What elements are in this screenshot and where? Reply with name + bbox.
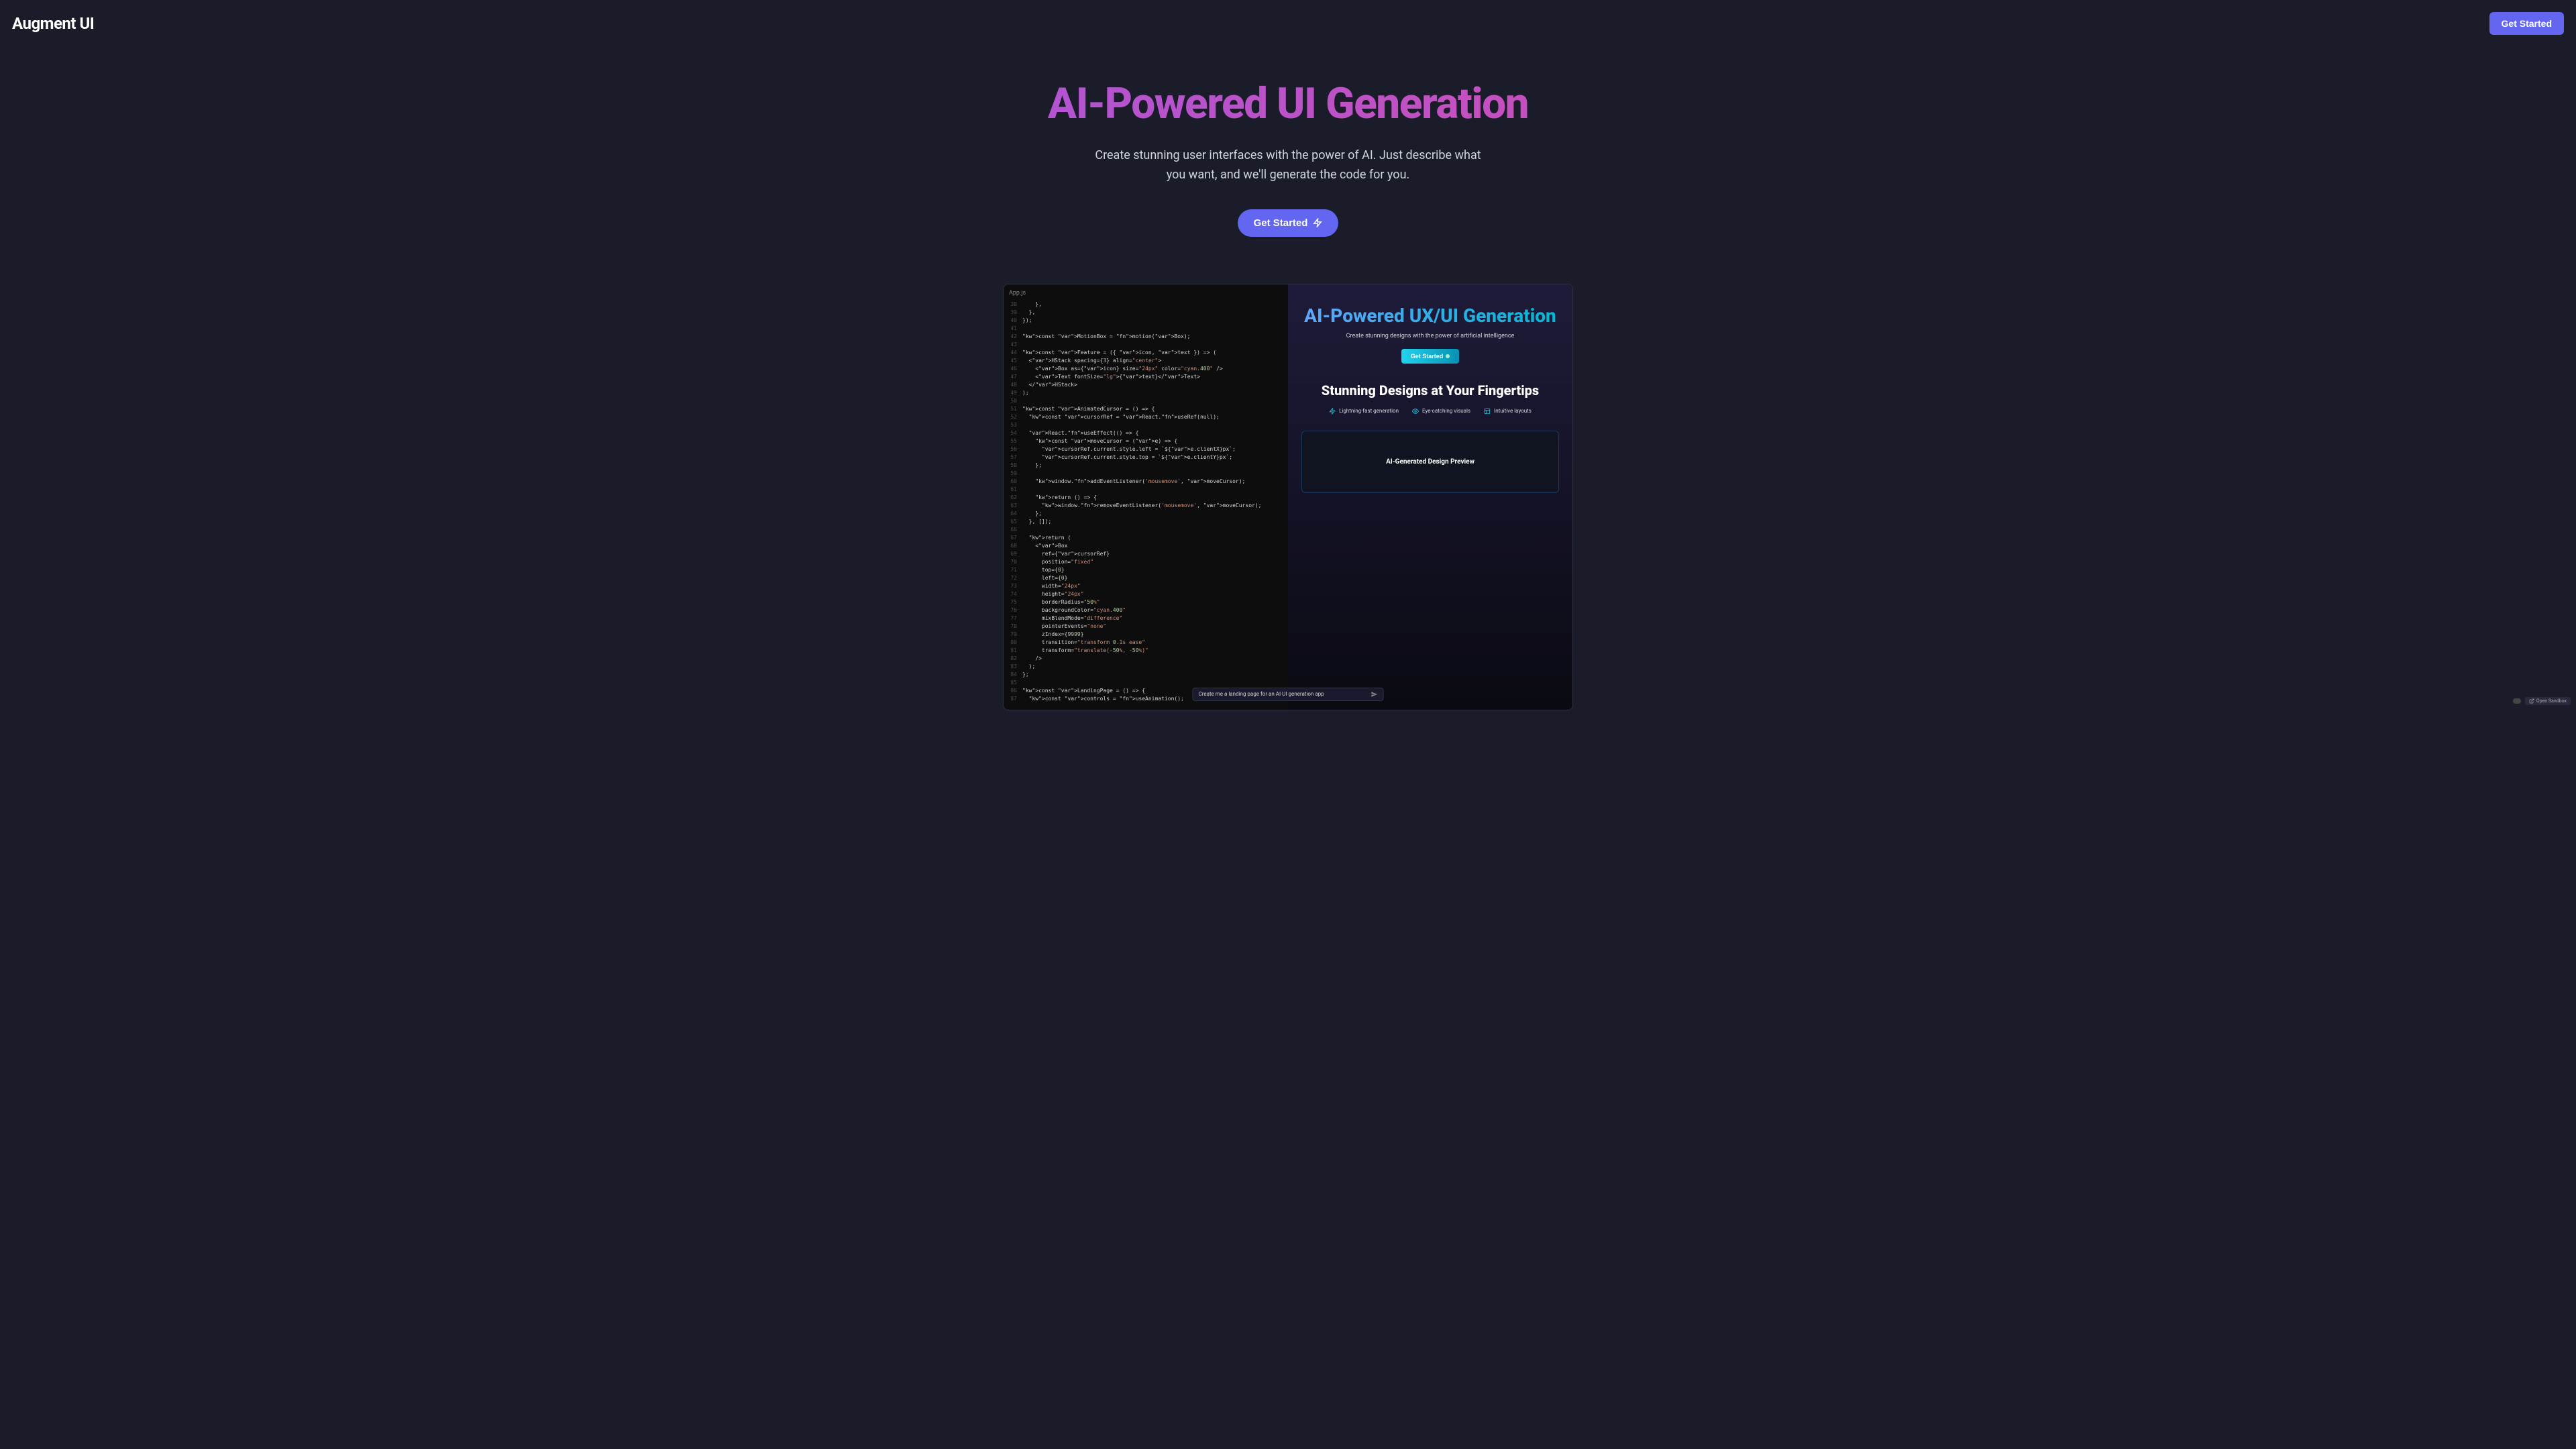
code-line: 71 top={0} (1004, 566, 1288, 574)
code-content: 38 },39 },40});4142"kw">const "var">Moti… (1004, 298, 1288, 706)
code-line: 61 (1004, 486, 1288, 494)
cursor-dot-icon (1446, 354, 1450, 358)
code-editor-panel: App.js 38 },39 },40});4142"kw">const "va… (1004, 284, 1288, 710)
product-screenshot: App.js 38 },39 },40});4142"kw">const "va… (1003, 284, 1573, 710)
feature-label: Intuitive layouts (1494, 408, 1532, 414)
feature-label: Lightning-fast generation (1339, 408, 1399, 414)
code-line: 76 backgroundColor="cyan.400" (1004, 606, 1288, 614)
code-line: 66 (1004, 526, 1288, 534)
code-line: 65 }, []); (1004, 518, 1288, 526)
feature-item: Intuitive layouts (1484, 408, 1532, 415)
layout-icon (1484, 408, 1491, 415)
code-line: 54 "var">React."fn">useEffect(() => { (1004, 429, 1288, 437)
code-line: 62 "kw">return () => { (1004, 494, 1288, 502)
code-line: 39 }, (1004, 309, 1288, 317)
code-line: 40}); (1004, 317, 1288, 325)
code-line: 57 "var">cursorRef.current.style.top = `… (1004, 453, 1288, 462)
code-line: 84}; (1004, 671, 1288, 679)
code-line: 73 width="24px" (1004, 582, 1288, 590)
code-line: 56 "var">cursorRef.current.style.left = … (1004, 445, 1288, 453)
code-line: 41 (1004, 325, 1288, 333)
code-line: 43 (1004, 341, 1288, 349)
code-line: 48 </"var">HStack> (1004, 381, 1288, 389)
hero-title: AI-Powered UI Generation (13, 80, 2563, 127)
lightning-icon (1313, 218, 1322, 227)
code-line: 78 pointerEvents="none" (1004, 623, 1288, 631)
eye-icon (1412, 408, 1419, 415)
code-line: 63 "kw">window."fn">removeEventListener(… (1004, 502, 1288, 510)
code-line: 49); (1004, 389, 1288, 397)
preview-card-text: AI-Generated Design Preview (1316, 458, 1545, 466)
code-line: 60 "kw">window."fn">addEventListener('mo… (1004, 478, 1288, 486)
code-line: 47 <"var">Text fontSize="lg">{"var">text… (1004, 373, 1288, 381)
code-line: 69 ref={"var">cursorRef} (1004, 550, 1288, 558)
code-line: 38 }, (1004, 301, 1288, 309)
code-line: 45 <"var">HStack spacing={3} align="cent… (1004, 357, 1288, 365)
code-line: 64 }; (1004, 510, 1288, 518)
feature-item: Eye-catching visuals (1412, 408, 1470, 415)
code-line: 46 <"var">Box as={"var">icon} size="24px… (1004, 365, 1288, 373)
code-line: 72 left={0} (1004, 574, 1288, 582)
hero-get-started-button[interactable]: Get Started (1238, 209, 1339, 237)
preview-get-started-button[interactable]: Get Started (1401, 349, 1460, 364)
preview-subtitle: Create stunning designs with the power o… (1346, 333, 1515, 339)
code-line: 70 position="fixed" (1004, 558, 1288, 566)
code-line: 44"kw">const "var">Feature = ({ "var">ic… (1004, 349, 1288, 357)
code-line: 68 <"var">Box (1004, 542, 1288, 550)
code-line: 81 transform="translate(-50%, -50%)" (1004, 647, 1288, 655)
code-line: 75 borderRadius="50%" (1004, 598, 1288, 606)
code-line: 50 (1004, 397, 1288, 405)
code-line: 83 ); (1004, 663, 1288, 671)
preview-card: AI-Generated Design Preview (1301, 431, 1559, 493)
preview-title: AI-Powered UX/UI Generation (1304, 305, 1556, 327)
code-line: 74 height="24px" (1004, 590, 1288, 598)
feature-item: Lightning-fast generation (1329, 408, 1399, 415)
code-line: 53 (1004, 421, 1288, 429)
code-line: 82 /> (1004, 655, 1288, 663)
get-started-button[interactable]: Get Started (2489, 12, 2564, 35)
prompt-text: Create me a landing page for an AI UI ge… (1199, 691, 1324, 697)
logo: Augment UI (12, 14, 94, 33)
send-icon[interactable] (1371, 691, 1378, 698)
code-line: 51"kw">const "var">AnimatedCursor = () =… (1004, 405, 1288, 413)
preview-cta-label: Get Started (1411, 353, 1444, 360)
cta-label: Get Started (1254, 217, 1308, 229)
code-line: 85 (1004, 679, 1288, 687)
hero-subtitle: Create stunning user interfaces with the… (1087, 146, 1489, 185)
feature-label: Eye-catching visuals (1422, 408, 1470, 414)
code-line: 58 }; (1004, 462, 1288, 470)
code-line: 79 zIndex={9999} (1004, 631, 1288, 639)
code-line: 55 "kw">const "var">moveCursor = ("var">… (1004, 437, 1288, 445)
lightning-icon (1329, 408, 1336, 415)
code-line: 67 "kw">return ( (1004, 534, 1288, 542)
preview-section-title: Stunning Designs at Your Fingertips (1322, 382, 1539, 398)
prompt-input[interactable]: Create me a landing page for an AI UI ge… (1193, 688, 1384, 701)
code-line: 80 transition="transform 0.1s ease" (1004, 639, 1288, 647)
code-line: 59 (1004, 470, 1288, 478)
code-line: 77 mixBlendMode="difference" (1004, 614, 1288, 623)
file-tab[interactable]: App.js (1004, 288, 1288, 298)
preview-panel: AI-Powered UX/UI Generation Create stunn… (1288, 284, 1572, 710)
code-line: 42"kw">const "var">MotionBox = "fn">moti… (1004, 333, 1288, 341)
code-line: 52 "kw">const "var">cursorRef = "var">Re… (1004, 413, 1288, 421)
